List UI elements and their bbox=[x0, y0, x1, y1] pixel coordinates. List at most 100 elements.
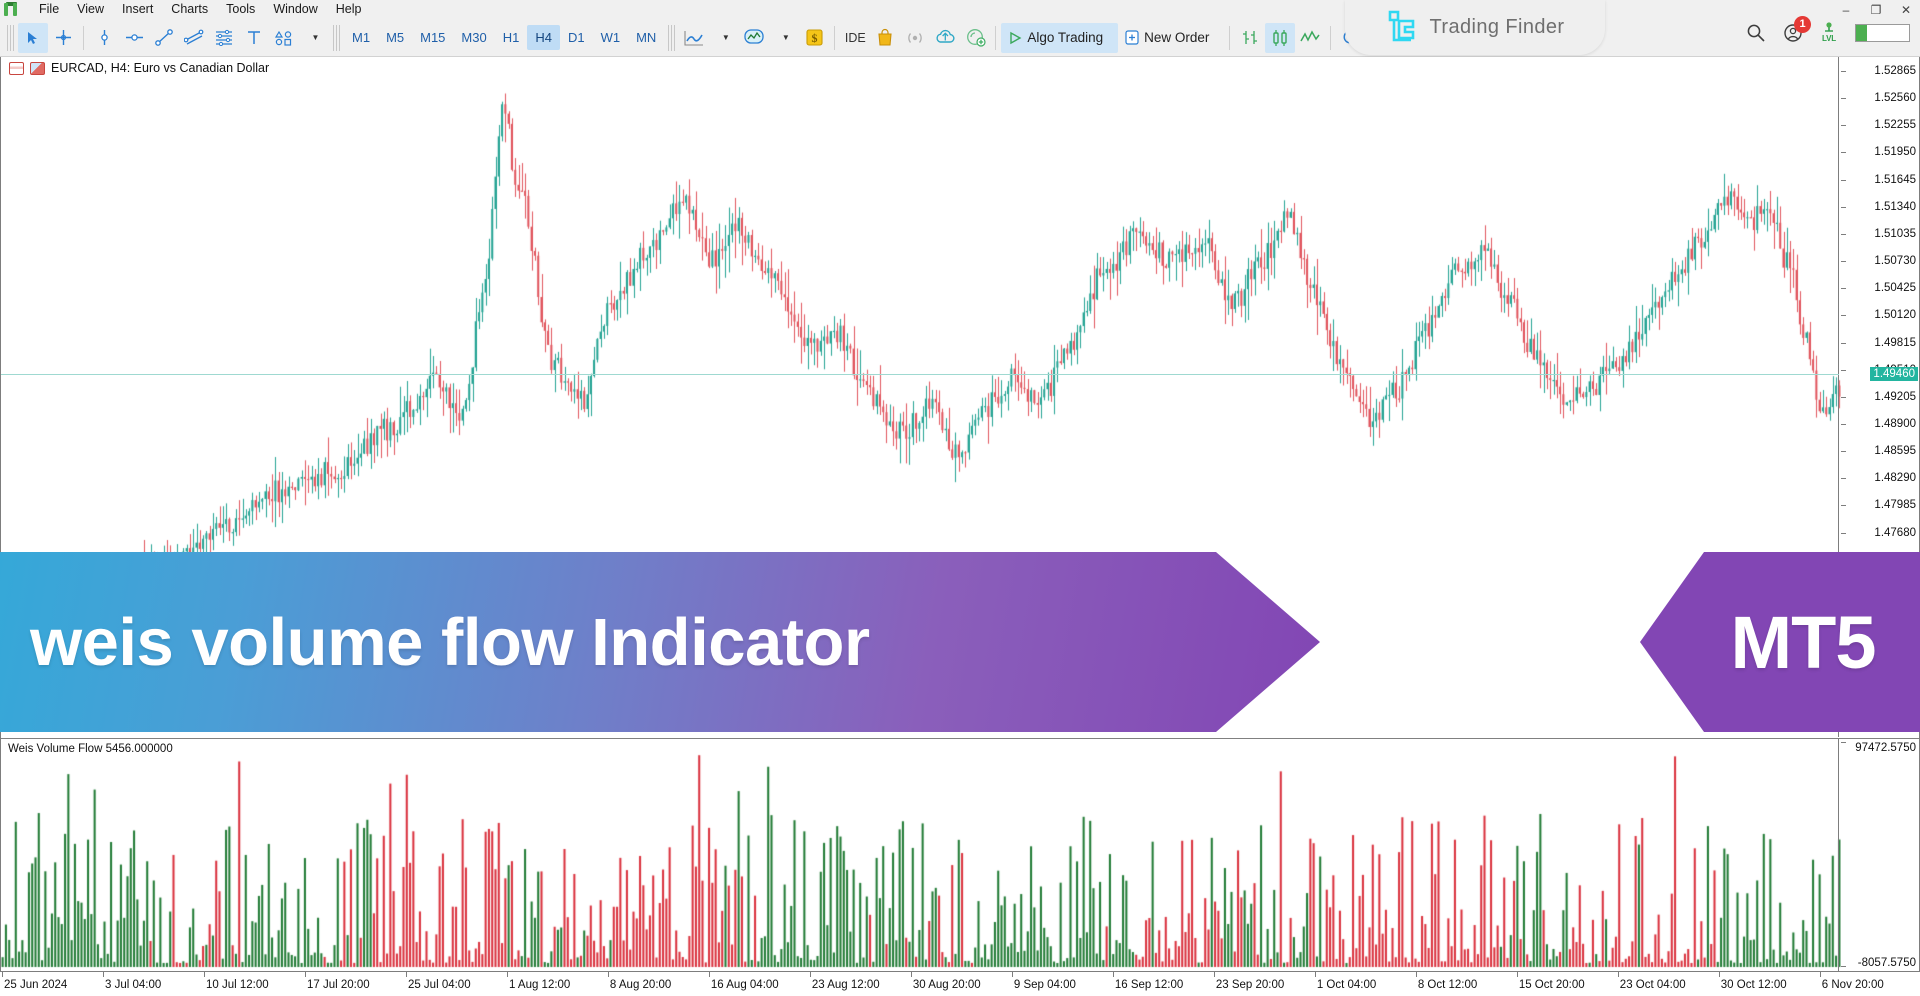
time-axis[interactable]: 25 Jun 2024 3 Jul 04:00 10 Jul 12:00 17 Jul… bbox=[0, 971, 1920, 996]
menu-item-file[interactable]: File bbox=[30, 0, 68, 19]
time-tick bbox=[1516, 972, 1518, 977]
chart-symbol-label: EURCAD, H4: Euro vs Canadian Dollar bbox=[51, 61, 270, 75]
chart-window[interactable]: EURCAD, H4: Euro vs Canadian Dollar 1.52… bbox=[0, 57, 1920, 971]
main-toolbar: ▼ M1 M5 M15 M30 H1 H4 D1 W1 MN ▼ ▼ $ IDE bbox=[0, 19, 1920, 57]
vps-icon[interactable] bbox=[960, 23, 990, 53]
bar-chart-icon[interactable] bbox=[1235, 23, 1265, 53]
menu-item-view[interactable]: View bbox=[68, 0, 113, 19]
promo-banner-title: weis volume flow Indicator bbox=[30, 604, 870, 680]
channel-icon[interactable] bbox=[179, 23, 209, 53]
price-axis-label: 1.48900 bbox=[1874, 417, 1916, 430]
weis-volume-flow-canvas[interactable] bbox=[1, 739, 1841, 971]
price-tick bbox=[1841, 261, 1846, 263]
price-tick bbox=[1841, 125, 1846, 127]
menu-item-window[interactable]: Window bbox=[264, 0, 326, 19]
ide-button[interactable]: IDE bbox=[840, 23, 870, 53]
cursor-icon[interactable] bbox=[18, 22, 48, 53]
time-axis-label: 9 Sep 04:00 bbox=[1013, 979, 1076, 991]
new-order-button[interactable]: New Order bbox=[1118, 23, 1224, 53]
timeframe-m15[interactable]: M15 bbox=[412, 25, 453, 50]
restore-button[interactable]: ❐ bbox=[1868, 3, 1884, 17]
timeframe-h4[interactable]: H4 bbox=[527, 25, 560, 50]
price-axis-label: 1.48290 bbox=[1874, 472, 1916, 485]
vertical-line-icon[interactable] bbox=[89, 23, 119, 53]
trendline-icon[interactable] bbox=[149, 23, 179, 53]
toolbar-grip[interactable] bbox=[7, 24, 14, 51]
time-axis-label: 16 Aug 04:00 bbox=[710, 979, 779, 991]
candlestick-icon[interactable] bbox=[1265, 22, 1296, 53]
time-axis-label: 8 Oct 12:00 bbox=[1417, 979, 1478, 991]
indicator-panel[interactable]: Weis Volume Flow 5456.000000 97472.5750 … bbox=[1, 738, 1919, 971]
algo-trading-button[interactable]: Algo Trading bbox=[1001, 22, 1119, 53]
horizontal-line-icon[interactable] bbox=[119, 23, 149, 53]
timeframe-mn[interactable]: MN bbox=[628, 25, 664, 50]
line-icon[interactable] bbox=[1295, 23, 1325, 53]
market-bag-icon[interactable] bbox=[870, 23, 900, 53]
time-tick bbox=[910, 972, 912, 977]
time-axis-label: 23 Sep 20:00 bbox=[1215, 979, 1285, 991]
timeframe-m5[interactable]: M5 bbox=[378, 25, 412, 50]
price-axis-label: 1.49815 bbox=[1874, 336, 1916, 349]
indicators-icon[interactable] bbox=[739, 23, 769, 53]
price-axis-label: 1.50425 bbox=[1874, 282, 1916, 295]
timeframe-h1[interactable]: H1 bbox=[495, 25, 528, 50]
shapes-dropdown-caret-icon[interactable]: ▼ bbox=[299, 23, 329, 53]
time-axis-label: 25 Jun 2024 bbox=[4, 979, 68, 991]
price-tick bbox=[1841, 505, 1846, 507]
crosshair-icon[interactable] bbox=[48, 23, 78, 53]
toolbar-divider-2 bbox=[834, 25, 836, 50]
price-tick bbox=[1841, 532, 1846, 534]
current-price-line bbox=[1, 374, 1839, 375]
account-icon[interactable]: 1 bbox=[1783, 15, 1811, 43]
timeframe-m1[interactable]: M1 bbox=[344, 25, 378, 50]
platform-badge-label: MT5 bbox=[1730, 600, 1877, 684]
price-tick bbox=[1841, 315, 1846, 317]
menu-item-tools[interactable]: Tools bbox=[217, 0, 264, 19]
shapes-icon[interactable] bbox=[269, 23, 299, 53]
menu-bar: File View Insert Charts Tools Window Hel… bbox=[0, 0, 1920, 19]
chart-type-caret-icon[interactable]: ▼ bbox=[709, 23, 739, 53]
fibonacci-icon[interactable] bbox=[209, 23, 239, 53]
price-axis-label: 1.47680 bbox=[1874, 526, 1916, 539]
minimize-button[interactable]: – bbox=[1838, 3, 1854, 17]
timeframe-d1[interactable]: D1 bbox=[560, 25, 593, 50]
time-tick bbox=[2, 972, 3, 977]
price-axis-label: 1.51035 bbox=[1874, 227, 1916, 240]
menu-item-insert[interactable]: Insert bbox=[113, 0, 162, 19]
time-axis-label: 23 Oct 04:00 bbox=[1619, 979, 1686, 991]
time-tick bbox=[607, 972, 609, 977]
menu-item-help[interactable]: Help bbox=[327, 0, 371, 19]
search-icon[interactable] bbox=[1746, 23, 1765, 42]
metatrader-logo-icon bbox=[4, 2, 22, 17]
indicators-caret-icon[interactable]: ▼ bbox=[769, 23, 799, 53]
toolbar-grip-3[interactable] bbox=[668, 24, 676, 51]
price-tick bbox=[1841, 396, 1846, 398]
broadcast-icon[interactable] bbox=[900, 23, 930, 53]
dollar-icon[interactable]: $ bbox=[799, 23, 829, 53]
text-icon[interactable] bbox=[239, 23, 269, 53]
time-tick bbox=[1415, 972, 1417, 977]
time-tick bbox=[1314, 972, 1316, 977]
line-chart-icon[interactable] bbox=[679, 23, 709, 53]
toolbar-grip-2[interactable] bbox=[333, 24, 340, 51]
time-tick bbox=[1213, 972, 1215, 977]
time-axis-label: 30 Oct 12:00 bbox=[1720, 979, 1787, 991]
data-window-icon bbox=[9, 61, 24, 75]
close-button[interactable]: ✕ bbox=[1898, 3, 1914, 17]
price-tick bbox=[1841, 206, 1846, 208]
trading-finder-brand: Trading Finder bbox=[1345, 0, 1605, 55]
window-controls: – ❐ ✕ bbox=[1838, 0, 1914, 19]
indicator-min-label: -8057.5750 bbox=[1857, 957, 1916, 969]
svg-text:$: $ bbox=[811, 31, 817, 45]
time-tick bbox=[708, 972, 710, 977]
time-tick bbox=[102, 972, 104, 977]
timeframe-w1[interactable]: W1 bbox=[593, 25, 629, 50]
current-price-tag: 1.49460 bbox=[1870, 367, 1918, 382]
price-axis-label: 1.52255 bbox=[1874, 119, 1916, 132]
price-axis-label: 1.50120 bbox=[1874, 309, 1916, 322]
menu-item-charts[interactable]: Charts bbox=[162, 0, 217, 19]
timeframe-m30[interactable]: M30 bbox=[453, 25, 494, 50]
cloud-icon[interactable] bbox=[930, 23, 960, 53]
time-tick bbox=[304, 972, 306, 977]
price-tick bbox=[1841, 233, 1846, 235]
